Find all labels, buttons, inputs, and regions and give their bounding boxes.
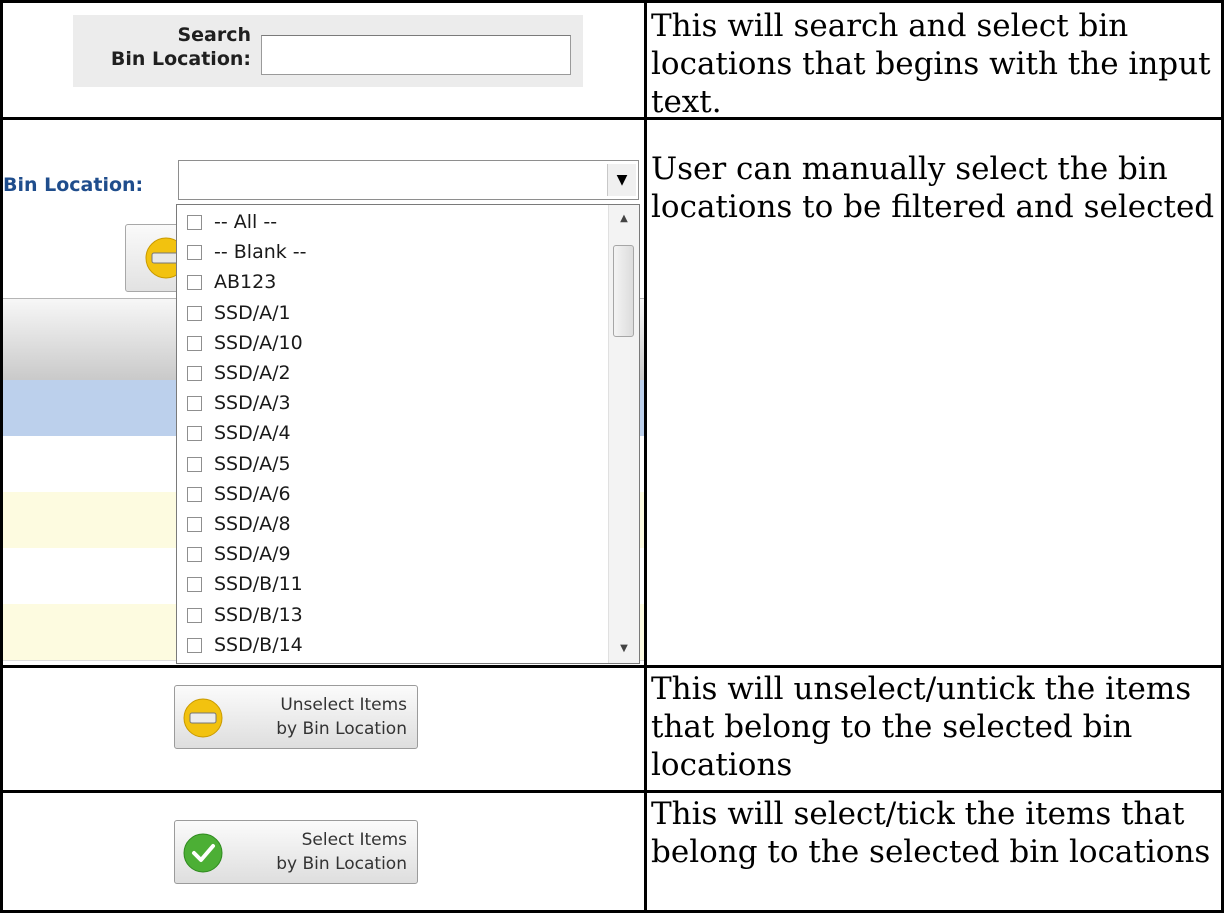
unselect-button-label: Unselect Items by Bin Location (227, 693, 407, 741)
option-checkbox[interactable] (187, 486, 202, 502)
search-panel: Search Bin Location: (73, 15, 583, 87)
bin-location-select[interactable]: ▼ (178, 160, 639, 200)
check-circle-icon (183, 833, 223, 873)
option-checkbox[interactable] (187, 275, 202, 291)
unselect-label-line2: by Bin Location (276, 719, 407, 739)
search-label-line1: Search (177, 24, 251, 46)
option-label: SSD/A/9 (214, 543, 291, 566)
scroll-down-icon[interactable]: ▼ (609, 637, 639, 661)
search-description: This will search and select bin location… (651, 8, 1211, 117)
scroll-thumb[interactable] (613, 245, 634, 337)
bin-dropdown-description: User can manually select the bin locatio… (651, 151, 1215, 225)
option-label: SSD/A/6 (214, 482, 291, 505)
bin-location-dropdown-list[interactable]: -- All -- -- Blank -- AB123 SSD/A/1 SSD/A/10… (176, 204, 640, 664)
dropdown-option[interactable]: SSD/A/9 (177, 541, 291, 568)
dropdown-option[interactable]: SSD/A/8 (177, 511, 291, 538)
chevron-down-icon[interactable]: ▼ (607, 164, 636, 196)
option-label: SSD/A/8 (214, 513, 291, 535)
bin-dropdown-demo-cell: Bin Location: ▼ -- All -- -- Blank -- AB12… (3, 146, 644, 665)
option-label: SSD/B/14 (214, 633, 303, 656)
dropdown-option[interactable]: SSD/A/5 (177, 451, 291, 478)
option-checkbox[interactable] (187, 396, 202, 412)
dropdown-option[interactable]: SSD/B/13 (177, 602, 303, 629)
option-label: SSD/A/2 (214, 362, 291, 384)
option-checkbox[interactable] (187, 215, 202, 230)
table-border (0, 790, 1224, 793)
dropdown-option[interactable]: SSD/A/3 (177, 390, 291, 417)
dropdown-option[interactable]: -- Blank -- (177, 239, 307, 266)
option-checkbox[interactable] (187, 517, 202, 532)
option-checkbox[interactable] (187, 426, 202, 442)
option-checkbox[interactable] (187, 366, 202, 381)
table-border (0, 665, 1224, 668)
option-checkbox[interactable] (187, 577, 202, 593)
unselect-items-button[interactable]: Unselect Items by Bin Location (174, 685, 418, 749)
search-label: Search Bin Location: (73, 23, 251, 71)
option-checkbox[interactable] (187, 456, 202, 472)
bin-location-label: Bin Location: (3, 174, 144, 196)
option-checkbox[interactable] (187, 547, 202, 563)
dropdown-option[interactable]: -- All -- (177, 209, 277, 236)
option-label: SSD/A/10 (214, 331, 303, 354)
option-label: SSD/B/11 (214, 573, 303, 596)
option-label: AB123 (214, 271, 277, 294)
dropdown-scrollbar[interactable]: ▲ ▼ (608, 205, 639, 663)
unselect-label-line1: Unselect Items (280, 695, 407, 715)
select-label-line1: Select Items (301, 830, 407, 850)
option-checkbox[interactable] (187, 607, 202, 623)
dropdown-option[interactable]: SSD/A/1 (177, 300, 291, 327)
table-border (0, 0, 3, 913)
option-label: SSD/A/5 (214, 452, 291, 475)
table-border (0, 117, 1224, 146)
option-label: -- All -- (214, 211, 278, 233)
option-checkbox[interactable] (187, 245, 202, 261)
select-demo-cell: Select Items by Bin Location (3, 793, 644, 910)
option-checkbox[interactable] (187, 335, 202, 351)
option-label: SSD/A/1 (214, 301, 291, 324)
minus-circle-icon (183, 698, 223, 738)
option-label: SSD/B/13 (214, 603, 303, 626)
unselect-description: This will unselect/untick the items that… (651, 671, 1192, 783)
scroll-up-icon[interactable]: ▲ (609, 207, 639, 231)
option-checkbox[interactable] (187, 305, 202, 321)
select-description: This will select/tick the items that bel… (651, 796, 1211, 870)
option-label: SSD/A/3 (214, 392, 291, 415)
option-label: -- Blank -- (214, 241, 307, 264)
select-items-button[interactable]: Select Items by Bin Location (174, 820, 418, 884)
table-border (0, 0, 1224, 3)
select-label-line2: by Bin Location (276, 854, 407, 874)
dropdown-option[interactable]: SSD/A/6 (177, 481, 291, 508)
dropdown-option[interactable]: SSD/B/14 (177, 632, 303, 659)
option-checkbox[interactable] (187, 637, 202, 653)
option-label: SSD/A/4 (214, 422, 291, 445)
search-demo-cell: Search Bin Location: (3, 3, 644, 117)
dropdown-option[interactable]: SSD/A/10 (177, 330, 303, 357)
dropdown-option[interactable]: SSD/B/11 (177, 571, 303, 598)
table-border (644, 0, 647, 913)
dropdown-option[interactable]: SSD/A/4 (177, 420, 291, 447)
dropdown-option[interactable]: SSD/A/2 (177, 360, 291, 387)
unselect-demo-cell: Unselect Items by Bin Location (3, 668, 644, 790)
search-bin-location-input[interactable] (261, 35, 571, 75)
instruction-table: Search Bin Location: This will search an… (0, 0, 1224, 913)
search-label-line2: Bin Location: (110, 48, 251, 70)
select-button-label: Select Items by Bin Location (227, 828, 407, 876)
dropdown-option[interactable]: AB123 (177, 269, 276, 296)
